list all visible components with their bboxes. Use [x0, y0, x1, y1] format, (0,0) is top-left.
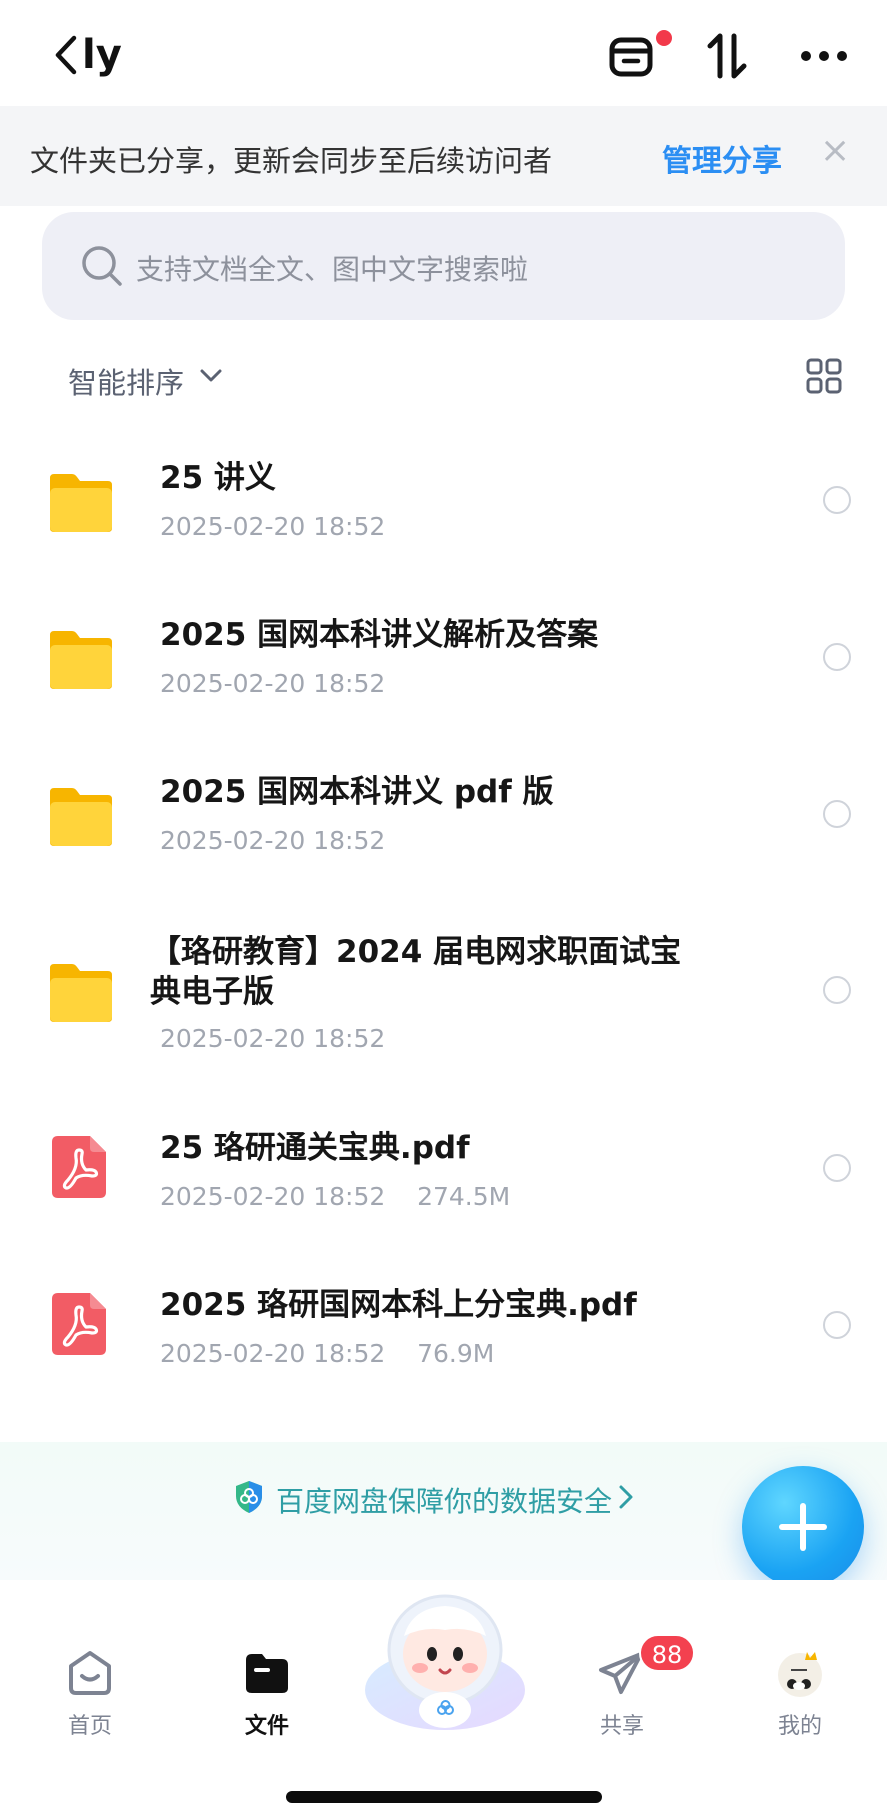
folder-icon: [50, 631, 112, 689]
file-name: 25 讲义: [160, 460, 276, 496]
file-name: 2025 国网本科讲义解析及答案: [160, 617, 599, 653]
more-icon[interactable]: [798, 30, 878, 82]
plus-icon: [779, 1503, 827, 1551]
list-item[interactable]: 2025 珞研国网本科上分宝典.pdf 2025-02-20 18:52 76.…: [0, 1277, 887, 1417]
sort-dropdown[interactable]: 智能排序: [68, 360, 184, 402]
search-placeholder: 支持文档全文、图中文字搜索啦: [136, 253, 529, 286]
pdf-file-icon: [52, 1293, 106, 1355]
tab-home[interactable]: 首页: [30, 1648, 150, 1740]
select-radio[interactable]: [823, 800, 851, 828]
file-meta: 2025-02-20 18:52: [160, 1024, 386, 1053]
pdf-file-icon: [52, 1136, 106, 1198]
list-item[interactable]: 2025 国网本科讲义解析及答案 2025-02-20 18:52: [0, 587, 887, 727]
file-meta: 2025-02-20 18:52: [160, 669, 386, 698]
tab-label: 首页: [67, 1714, 112, 1739]
file-name: 2025 珞研国网本科上分宝典.pdf: [160, 1287, 637, 1323]
add-button[interactable]: [742, 1466, 864, 1588]
sort-updown-icon[interactable]: [704, 30, 756, 82]
top-bar: ly: [0, 0, 887, 106]
list-item[interactable]: 25 珞研通关宝典.pdf 2025-02-20 18:52 274.5M: [0, 1120, 887, 1260]
tab-profile[interactable]: 我的: [740, 1648, 860, 1740]
home-indicator: [286, 1791, 602, 1803]
share-banner-text: 文件夹已分享，更新会同步至后续访问者: [30, 144, 553, 178]
select-radio[interactable]: [823, 976, 851, 1004]
list-item[interactable]: 25 讲义 2025-02-20 18:52: [0, 430, 887, 570]
select-radio[interactable]: [823, 486, 851, 514]
search-icon: [82, 246, 122, 286]
home-icon: [69, 1651, 111, 1695]
select-radio[interactable]: [823, 643, 851, 671]
manage-share-link[interactable]: 管理分享: [662, 136, 782, 180]
tab-label: 共享: [599, 1714, 644, 1739]
tab-label: 文件: [244, 1714, 289, 1739]
notification-dot: [656, 30, 672, 46]
chevron-down-icon[interactable]: [198, 366, 224, 386]
folder-icon: [50, 788, 112, 846]
share-banner: 文件夹已分享，更新会同步至后续访问者 管理分享 ×: [0, 106, 887, 206]
select-radio[interactable]: [823, 1311, 851, 1339]
chevron-right-icon: [619, 1485, 633, 1509]
tab-label: 我的: [777, 1714, 822, 1739]
security-notice-text: 百度网盘保障你的数据安全: [276, 1485, 613, 1518]
page-title: ly: [82, 32, 122, 78]
search-input[interactable]: 支持文档全文、图中文字搜索啦: [42, 212, 845, 320]
shield-icon: [236, 1481, 262, 1513]
file-name: 25 珞研通关宝典.pdf: [160, 1130, 470, 1166]
grid-view-icon[interactable]: [806, 358, 842, 394]
file-name: 2025 国网本科讲义 pdf 版: [160, 774, 554, 810]
select-radio[interactable]: [823, 1154, 851, 1182]
list-item[interactable]: 2025 国网本科讲义 pdf 版 2025-02-20 18:52: [0, 744, 887, 884]
mascot-assistant-icon[interactable]: [362, 1590, 528, 1740]
share-count-badge: 88: [639, 1634, 695, 1672]
file-meta: 2025-02-20 18:52: [160, 826, 386, 855]
list-item[interactable]: 【珞研教育】2024 届电网求职面试宝典电子版 2025-02-20 18:52: [0, 920, 887, 1100]
folder-icon: [50, 474, 112, 532]
transfer-box-icon[interactable]: [606, 30, 658, 82]
close-icon[interactable]: ×: [820, 130, 850, 171]
file-name: 【珞研教育】2024 届电网求职面试宝典电子版: [150, 934, 682, 1010]
tab-files[interactable]: 文件: [207, 1648, 327, 1740]
file-meta: 2025-02-20 18:52 274.5M: [160, 1182, 511, 1211]
file-meta: 2025-02-20 18:52: [160, 512, 386, 541]
folder-icon: [50, 964, 112, 1022]
avatar-icon: [778, 1652, 822, 1697]
file-meta: 2025-02-20 18:52 76.9M: [160, 1339, 495, 1368]
folder-icon: [246, 1654, 288, 1693]
